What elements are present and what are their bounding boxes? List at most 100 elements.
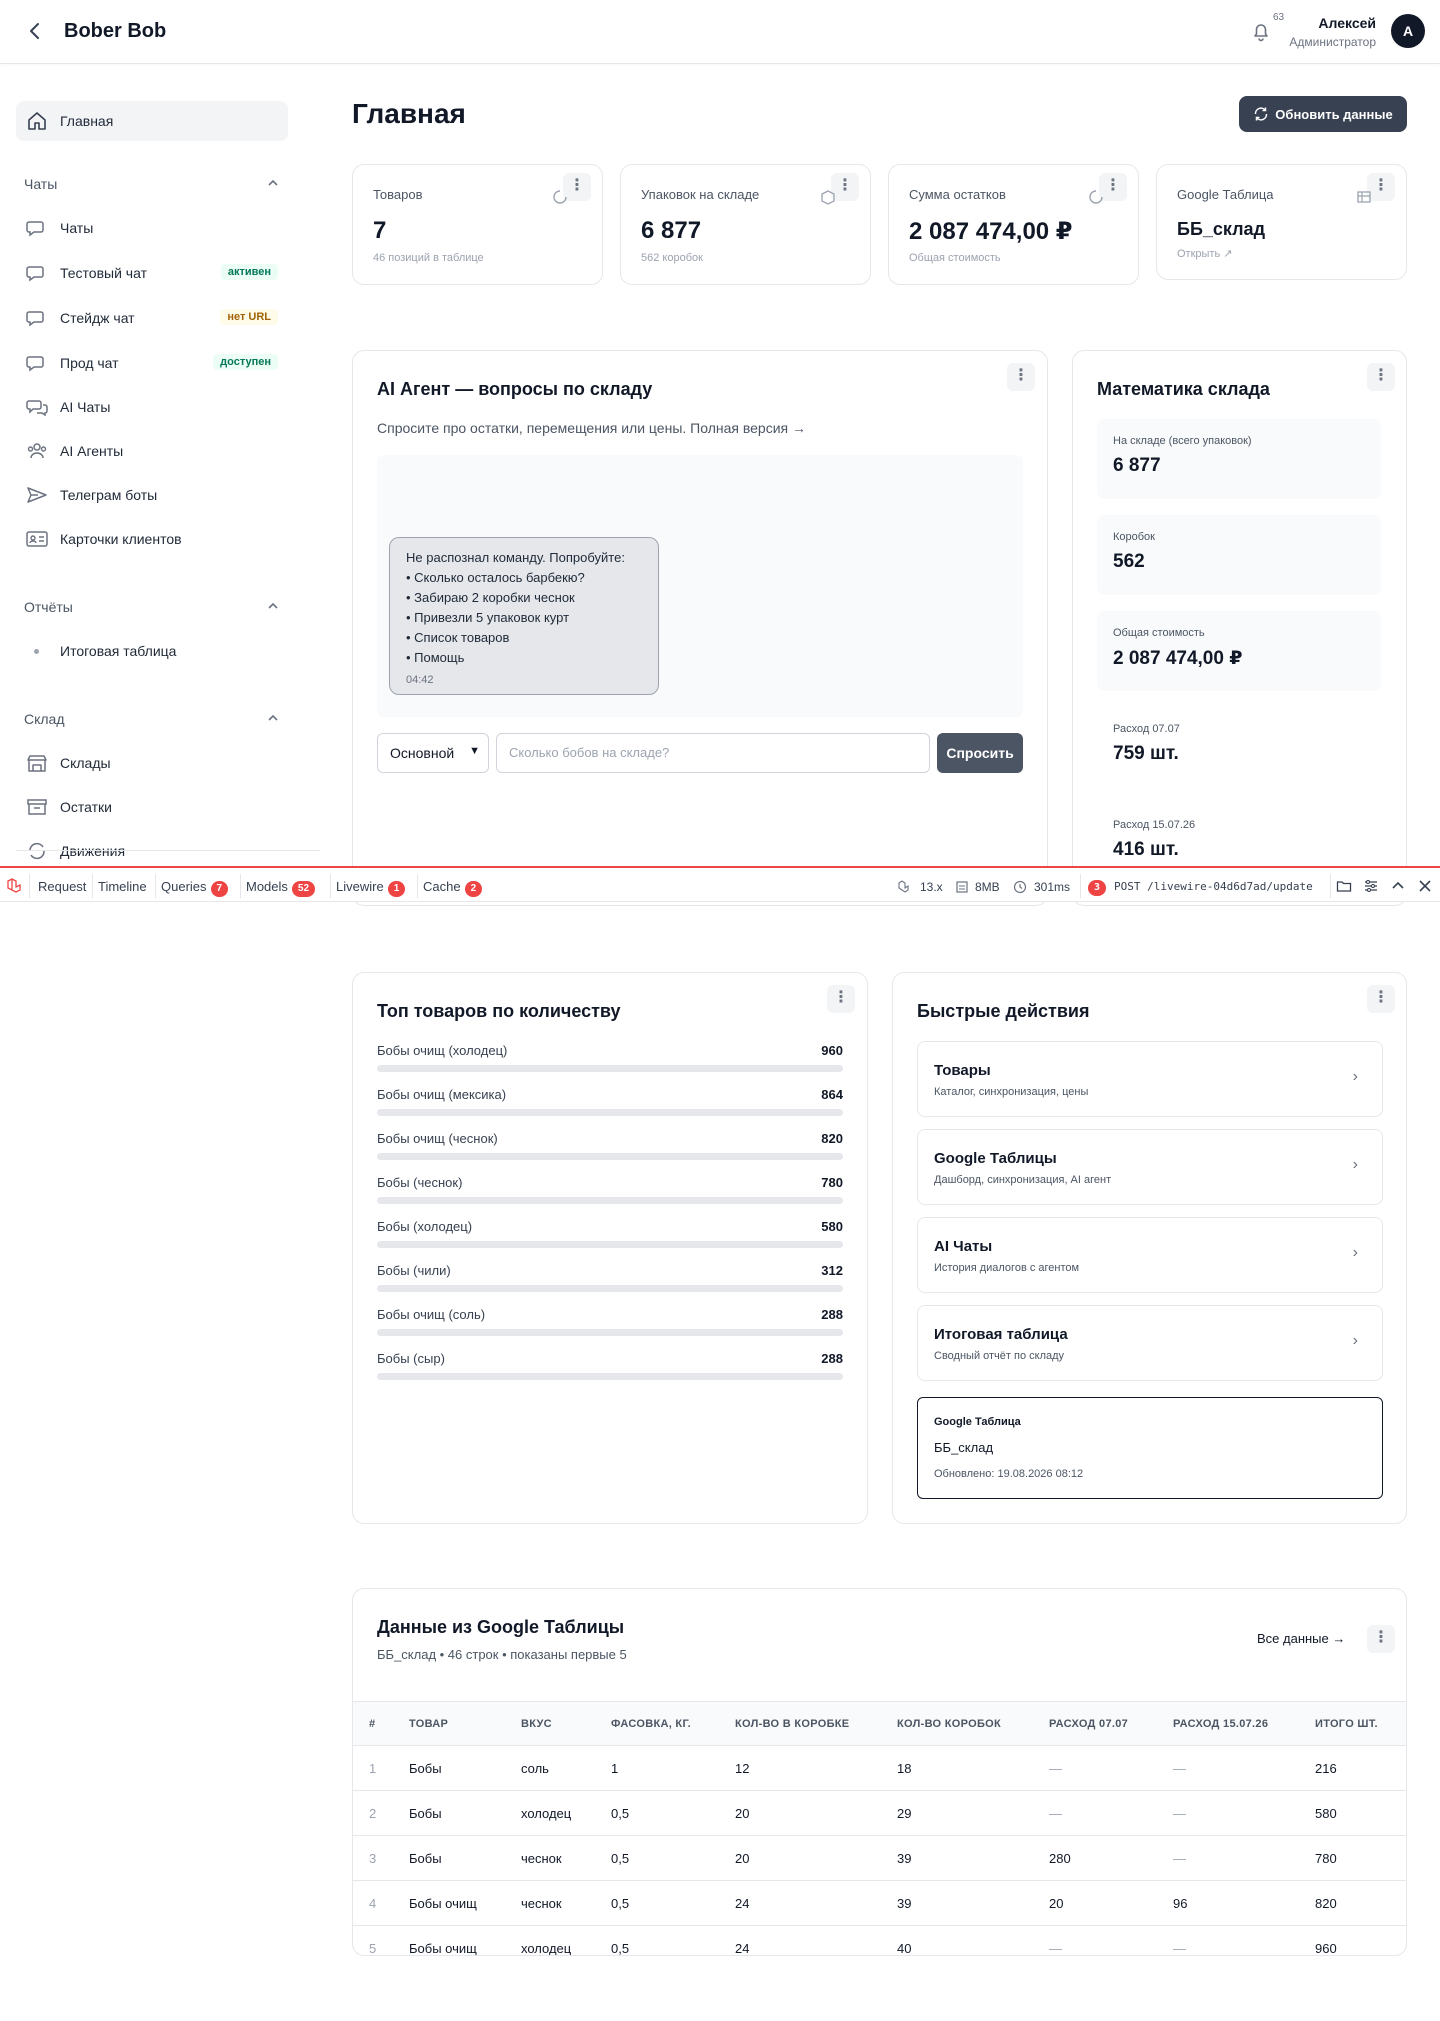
card-subtitle[interactable]: Спросите про остатки, перемещения или це… xyxy=(377,420,806,436)
table-cell: 0,5 xyxy=(595,1835,719,1881)
count-badge: 52 xyxy=(291,881,316,897)
debug-tab-queries[interactable]: Queries 7 xyxy=(161,878,229,897)
laravel-logo-icon[interactable] xyxy=(6,877,24,895)
count-badge: 3 xyxy=(1088,880,1107,896)
id-card-icon xyxy=(26,531,48,547)
sidebar-item-label: Телеграм боты xyxy=(60,487,158,503)
top-products-card: ⋮ Топ товаров по количеству Бобы очищ (х… xyxy=(352,972,868,1524)
close-icon[interactable] xyxy=(1417,878,1433,894)
column-header: Кол-во в коробке xyxy=(719,1701,881,1746)
refresh-data-button[interactable]: Обновить данные xyxy=(1239,96,1407,132)
product-bar-row: Бобы очищ (чеснок) 820 xyxy=(377,1131,843,1165)
brand-title: Bober Bob xyxy=(64,20,167,42)
sidebar-item-chats[interactable]: Чаты xyxy=(16,208,288,248)
sidebar-group-reports[interactable]: Отчёты xyxy=(24,599,280,619)
page-title: Главная xyxy=(352,98,466,129)
debug-tab-label: Livewire xyxy=(336,879,384,894)
product-bar-track xyxy=(377,1285,843,1292)
product-name: Бобы очищ (холодец) xyxy=(377,1043,508,1058)
math-value: 416 шт. xyxy=(1113,839,1179,860)
column-header: # xyxy=(353,1701,393,1746)
stat-label: Товаров xyxy=(373,187,423,202)
question-input[interactable]: Сколько бобов на складе? xyxy=(496,733,930,773)
table-cell: 20 xyxy=(719,1790,881,1836)
sidebar-item-movements[interactable]: Движения xyxy=(16,831,288,864)
sidebar-item-prod-chat[interactable]: Прод чат доступен xyxy=(16,343,288,383)
open-sheet-link[interactable]: Открыть ↗ xyxy=(1177,247,1232,260)
folder-icon[interactable] xyxy=(1336,878,1352,894)
card-title: Данные из Google Таблицы xyxy=(377,1617,625,1637)
sidebar-item-client-cards[interactable]: Карточки клиентов xyxy=(16,519,288,559)
sidebar-item-label: AI Агенты xyxy=(60,443,124,459)
quick-action-summary-table[interactable]: Итоговая таблица Сводный отчёт по складу… xyxy=(917,1305,1383,1381)
table-cell: 2 xyxy=(353,1790,393,1836)
mode-select[interactable]: Основной ▼ xyxy=(377,733,489,773)
column-header: Кол-во коробок xyxy=(881,1701,1033,1746)
bell-icon[interactable] xyxy=(1250,20,1272,42)
sidebar-item-summary-table[interactable]: Итоговая таблица xyxy=(16,631,288,671)
product-qty: 960 xyxy=(821,1043,843,1058)
sidebar-item-ai-chats[interactable]: AI Чаты xyxy=(16,387,288,427)
table-cell: 216 xyxy=(1299,1745,1406,1791)
debug-tab-timeline[interactable]: Timeline xyxy=(98,878,147,896)
sidebar-item-warehouses[interactable]: Склады xyxy=(16,743,288,783)
more-options-icon[interactable]: ⋮ xyxy=(1367,1625,1395,1653)
table-cell: — xyxy=(1157,1925,1299,1955)
debug-tab-cache[interactable]: Cache 2 xyxy=(423,878,483,897)
product-bar-track xyxy=(377,1153,843,1160)
sidebar-group-chats[interactable]: Чаты xyxy=(24,176,280,196)
debug-tab-label: Request xyxy=(38,879,87,894)
user-name[interactable]: Алексей xyxy=(1290,15,1376,31)
product-bar-row: Бобы (чили) 312 xyxy=(377,1263,843,1297)
chat-messages: Не распознал команду. Попробуйте: • Скол… xyxy=(377,455,1023,717)
quick-action-google-sheets[interactable]: Google Таблицы Дашборд, синхронизация, A… xyxy=(917,1129,1383,1205)
sidebar-item-stage-chat[interactable]: Стейдж чат нет URL xyxy=(16,298,288,338)
separator xyxy=(155,874,156,898)
column-header: Расход 07.07 xyxy=(1033,1701,1157,1746)
back-arrow-icon[interactable] xyxy=(24,20,46,42)
request-selector[interactable]: 3 POST /livewire-04d6d7ad/update xyxy=(1088,878,1313,896)
quick-action-subtitle: Дашборд, синхронизация, AI агент xyxy=(934,1174,1112,1186)
debug-tab-livewire[interactable]: Livewire 1 xyxy=(336,878,406,897)
more-options-icon[interactable]: ⋮ xyxy=(1367,363,1395,391)
more-options-icon[interactable]: ⋮ xyxy=(1367,985,1395,1013)
table-cell: чеснок xyxy=(505,1835,595,1881)
chat-message-bubble: Не распознал команду. Попробуйте: • Скол… xyxy=(389,537,659,695)
table-cell: 96 xyxy=(1157,1880,1299,1926)
table-cell: 4 xyxy=(353,1880,393,1926)
data-table: # Товар Вкус Фасовка, кг. Кол-во в коробке Ко… xyxy=(353,1701,1406,1955)
request-label: POST /livewire-04d6d7ad/update xyxy=(1114,880,1313,893)
sidebar-item-telegram-bots[interactable]: Телеграм боты xyxy=(16,475,288,515)
sidebar-group-warehouse[interactable]: Склад xyxy=(24,711,280,731)
ask-button[interactable]: Спросить xyxy=(937,733,1023,773)
memory-icon xyxy=(956,881,968,893)
sidebar-item-test-chat[interactable]: Тестовый чат активен xyxy=(16,253,288,293)
more-options-icon[interactable]: ⋮ xyxy=(1007,363,1035,391)
sidebar-item-ai-agents[interactable]: AI Агенты xyxy=(16,431,288,471)
sidebar-item-home[interactable]: Главная xyxy=(16,101,288,141)
avatar[interactable]: A xyxy=(1391,14,1425,48)
more-options-icon[interactable]: ⋮ xyxy=(827,985,855,1013)
product-bar-track xyxy=(377,1373,843,1380)
chevron-down-icon: ▼ xyxy=(469,745,480,757)
quick-action-products[interactable]: Товары Каталог, синхронизация, цены › xyxy=(917,1041,1383,1117)
chevron-up-icon[interactable] xyxy=(1390,878,1406,894)
product-name: Бобы очищ (чеснок) xyxy=(377,1131,498,1146)
column-header: Товар xyxy=(393,1701,505,1746)
request-time: 301ms xyxy=(1034,880,1071,894)
math-label: Общая стоимость xyxy=(1113,627,1205,639)
product-qty: 864 xyxy=(821,1087,843,1102)
settings-sliders-icon[interactable] xyxy=(1363,878,1379,894)
quick-action-ai-chats[interactable]: AI Чаты История диалогов с агентом › xyxy=(917,1217,1383,1293)
quick-action-subtitle: Каталог, синхронизация, цены xyxy=(934,1086,1089,1098)
sidebar-item-stock[interactable]: Остатки xyxy=(16,787,288,827)
debug-tab-models[interactable]: Models 52 xyxy=(246,878,316,897)
table-row: 4 Бобы очищ чеснок 0,5 24 39 20 96 820 xyxy=(353,1880,1406,1926)
chat-bubble-icon xyxy=(26,266,44,282)
table-cell: 24 xyxy=(719,1925,881,1955)
google-sheet-box[interactable]: Google Таблица ББ_склад Обновлено: 19.08… xyxy=(917,1397,1383,1499)
all-data-link[interactable]: Все данные → xyxy=(1257,1631,1345,1646)
table-cell: 580 xyxy=(1299,1790,1406,1836)
table-cell: чеснок xyxy=(505,1880,595,1926)
debug-tab-request[interactable]: Request xyxy=(38,878,86,896)
